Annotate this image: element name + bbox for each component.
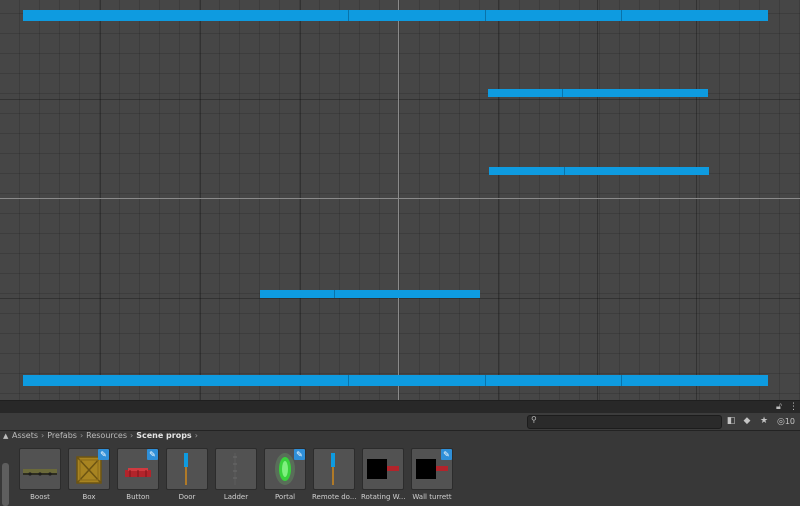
project-panel: 🔓︎ ⋮ ⚲ ◧ ◆ ★ ◎10 ▲ Assets › Prefabs › Resour… [0,400,800,506]
asset-item-ladder[interactable]: Ladder [214,448,258,502]
breadcrumb-separator: › [41,431,45,440]
asset-label: Boost [30,493,50,501]
grid-line [597,0,598,400]
pencil-icon: ✎ [294,449,305,460]
asset-label: Remote do... [312,493,356,501]
asset-label: Portal [274,493,296,501]
lock-icon[interactable]: 🔓︎ [776,401,782,413]
asset-label: Door [178,493,196,501]
grid-axis-horizontal [0,198,800,199]
filter-by-type-icon[interactable]: ◧ [725,415,737,428]
grid-line [0,298,800,299]
rotating-wall-turret-icon [362,448,404,490]
breadcrumb-separator: › [130,431,134,440]
asset-label: Rotating W... [361,493,405,501]
asset-label: Button [126,493,150,501]
wooden-crate-icon: ✎ [68,448,110,490]
vertical-scrollbar[interactable] [2,463,9,506]
pencil-icon: ✎ [147,449,158,460]
asset-item-portal[interactable]: ✎ Portal [263,448,307,502]
search-icon: ⚲ [531,415,537,424]
search-field[interactable]: ⚲ [527,415,722,429]
asset-item-rotating-wall-turret[interactable]: Rotating W... [361,448,405,502]
grid-line [498,0,499,400]
platform[interactable] [260,290,480,298]
grid-line [696,0,697,400]
hidden-packages-button[interactable]: ◎10 [774,415,798,428]
asset-label: Box [82,493,96,501]
platform[interactable] [23,10,768,21]
grid-line [200,0,201,400]
platform[interactable] [488,89,708,97]
breadcrumb-item-scene-props[interactable]: Scene props [136,431,192,440]
platform[interactable] [489,167,709,175]
boost-pad-icon [19,448,61,490]
asset-label: Wall turrett [412,493,452,501]
hidden-packages-count: 10 [784,417,796,426]
star-icon[interactable]: ★ [758,415,770,428]
wall-turret-icon: ✎ [411,448,453,490]
red-button-icon: ✎ [117,448,159,490]
asset-item-door[interactable]: Door [165,448,209,502]
pencil-icon: ✎ [98,449,109,460]
grid-line [0,99,800,100]
scene-view[interactable] [0,0,800,400]
breadcrumb-item-resources[interactable]: Resources [86,431,127,440]
platform[interactable] [23,375,768,386]
grid-line [300,0,301,400]
asset-item-wall-turrett[interactable]: ✎ Wall turrett [410,448,454,502]
collapse-arrow-icon[interactable]: ▲ [3,430,8,442]
grid-line [100,0,101,400]
eye-slash-icon: ◎ [776,417,785,427]
remote-door-icon [313,448,355,490]
asset-label: Ladder [223,493,249,501]
breadcrumb-separator: › [79,431,84,440]
panel-tab-bar: 🔓︎ ⋮ [0,401,800,413]
ladder-icon [215,448,257,490]
breadcrumb-separator: › [194,431,198,440]
breadcrumb-item-prefabs[interactable]: Prefabs [47,431,77,440]
grid-axis-vertical [398,0,399,400]
kebab-menu-icon[interactable]: ⋮ [789,401,798,413]
green-portal-icon: ✎ [264,448,306,490]
search-input[interactable] [542,416,712,428]
pencil-icon: ✎ [441,449,452,460]
asset-item-box[interactable]: ✎ Box [67,448,111,502]
asset-item-remote-door[interactable]: Remote do... [312,448,356,502]
filter-by-label-icon[interactable]: ◆ [741,415,753,428]
panel-toolbar: ⚲ ◧ ◆ ★ ◎10 [0,413,800,431]
breadcrumb-item-assets[interactable]: Assets [12,431,38,440]
asset-item-button[interactable]: ✎ Button [116,448,160,502]
breadcrumb: Assets › Prefabs › Resources › Scene props › [12,430,201,442]
asset-item-boost[interactable]: Boost [18,448,62,502]
door-icon [166,448,208,490]
